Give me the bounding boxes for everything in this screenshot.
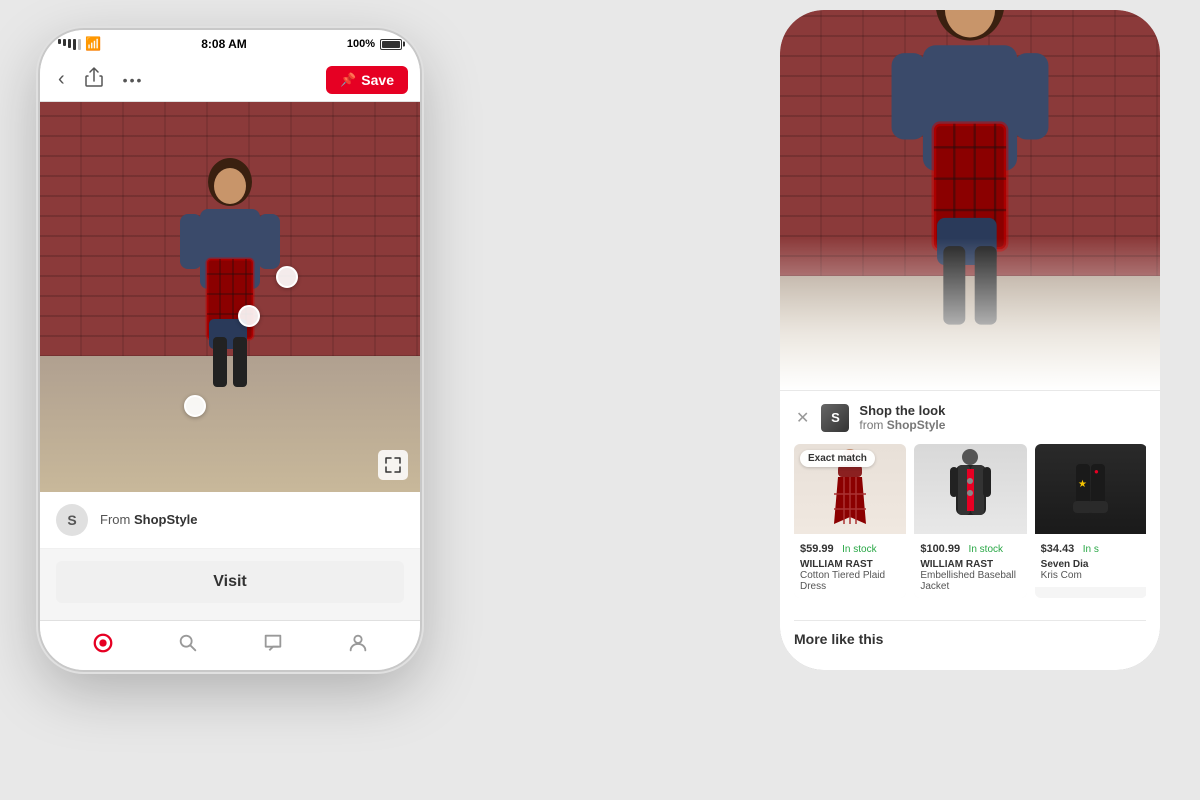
product-image-dress: Exact match (794, 444, 906, 534)
from-label: From (100, 512, 134, 527)
shop-title-line1: Shop the look (859, 403, 945, 418)
battery-percent: 100% (347, 38, 375, 50)
boots-thumbnail: ★ ● (1068, 449, 1113, 529)
product-price-dress: $59.99 (800, 543, 834, 555)
battery-icon (380, 39, 402, 50)
product-brand-dress: WILLIAM RAST (800, 559, 900, 570)
source-avatar: S (56, 504, 88, 536)
main-image-right (780, 10, 1160, 390)
in-stock-boots: In s (1083, 544, 1099, 555)
product-price-row-boots: $34.43 In s (1041, 539, 1141, 557)
profile-nav-icon[interactable] (335, 626, 381, 666)
status-left: 📶 (58, 36, 101, 52)
product-row: Exact match (794, 444, 1146, 598)
more-section: More like this (780, 610, 1160, 653)
jacket-thumbnail (948, 449, 993, 529)
product-price-row-jacket: $100.99 In stock (920, 539, 1020, 557)
wifi-icon: 📶 (85, 36, 101, 52)
right-phone-content: ✕ S Shop the look from ShopStyle (780, 10, 1160, 670)
source-section: S From ShopStyle (40, 492, 420, 549)
person-figure (165, 154, 295, 414)
pin-icon: 📌 (340, 72, 356, 88)
svg-text:★: ★ (1078, 479, 1087, 490)
home-nav-icon[interactable] (80, 626, 126, 666)
touch-dot-jacket[interactable] (276, 266, 298, 288)
product-info-boots: $34.43 In s Seven Dia Kris Com (1035, 534, 1146, 587)
product-info-dress: $59.99 In stock WILLIAM RAST Cotton Tier… (794, 534, 906, 598)
product-price-row: $59.99 In stock (800, 539, 900, 557)
person-figure-right (862, 10, 1078, 367)
in-stock-jacket: In stock (969, 544, 1003, 555)
more-options-button[interactable]: ••• (117, 68, 150, 92)
shop-panel: ✕ S Shop the look from ShopStyle (780, 390, 1160, 610)
product-name-boots: Kris Com (1041, 570, 1141, 581)
product-image-jacket (914, 444, 1026, 534)
status-right: 100% (347, 38, 402, 50)
product-card-dress[interactable]: Exact match (794, 444, 906, 598)
shop-header: ✕ S Shop the look from ShopStyle (794, 403, 1146, 432)
shopstyle-name: ShopStyle (887, 418, 946, 432)
phone-left: 📶 8:08 AM 100% ‹ ••• 📌 Save (40, 30, 420, 670)
status-bar-left: 📶 8:08 AM 100% (40, 30, 420, 58)
product-name-jacket: Embellished Baseball Jacket (920, 570, 1020, 592)
source-name: ShopStyle (134, 512, 198, 527)
svg-text:●: ● (1094, 467, 1099, 476)
product-card-jacket[interactable]: $100.99 In stock WILLIAM RAST Embellishe… (914, 444, 1026, 598)
status-time: 8:08 AM (201, 37, 247, 51)
product-name-dress: Cotton Tiered Plaid Dress (800, 570, 900, 592)
chat-nav-icon[interactable] (250, 626, 296, 666)
main-image-left (40, 102, 420, 492)
product-price-jacket: $100.99 (920, 543, 960, 555)
product-price-boots: $34.43 (1041, 543, 1075, 555)
product-brand-jacket: WILLIAM RAST (920, 559, 1020, 570)
nav-bar-left: ‹ ••• 📌 Save (40, 58, 420, 102)
product-card-boots[interactable]: ★ ● $34.43 In s Seven Dia Kris Com (1035, 444, 1146, 598)
exact-match-badge: Exact match (800, 450, 875, 467)
more-title: More like this (794, 620, 1146, 647)
in-stock-dress: In stock (842, 544, 876, 555)
battery-fill (382, 41, 400, 48)
save-button[interactable]: 📌 Save (326, 66, 408, 94)
back-button[interactable]: ‹ (52, 64, 71, 95)
touch-dot-boots[interactable] (184, 395, 206, 417)
signal-bars (58, 39, 81, 50)
save-label: Save (361, 72, 394, 88)
from-text: from (859, 418, 886, 432)
bottom-nav-left (40, 620, 420, 670)
search-nav-icon[interactable] (165, 626, 211, 666)
shop-title-line2: from ShopStyle (859, 418, 945, 432)
phone-right: ✕ S Shop the look from ShopStyle (780, 10, 1160, 670)
shopstyle-letter: S (831, 410, 840, 425)
source-info: From ShopStyle (100, 511, 198, 529)
touch-dot-bag[interactable] (238, 305, 260, 327)
product-info-jacket: $100.99 In stock WILLIAM RAST Embellishe… (914, 534, 1026, 598)
shopstyle-avatar: S (821, 404, 849, 432)
product-brand-boots: Seven Dia (1041, 559, 1141, 570)
close-button[interactable]: ✕ (794, 406, 811, 430)
shop-title-group: Shop the look from ShopStyle (859, 403, 945, 432)
product-image-boots: ★ ● (1035, 444, 1146, 534)
share-button[interactable] (79, 63, 109, 96)
visit-button[interactable]: Visit (56, 561, 404, 603)
expand-icon[interactable] (378, 450, 408, 480)
